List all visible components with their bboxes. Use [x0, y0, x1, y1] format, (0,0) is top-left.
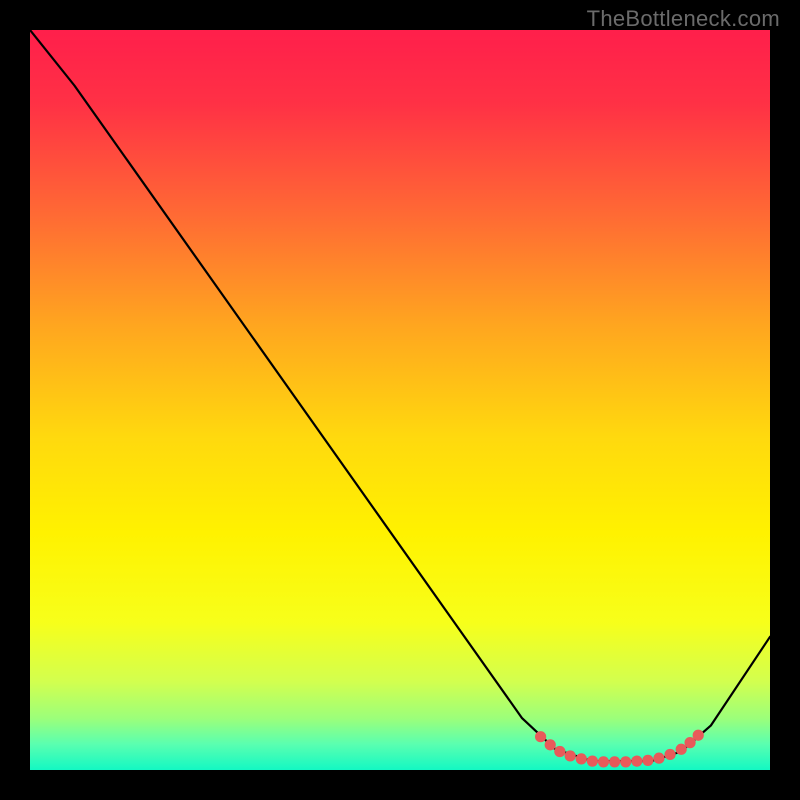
data-marker: [642, 755, 653, 766]
data-marker: [576, 753, 587, 764]
data-marker: [609, 756, 620, 767]
data-marker: [554, 746, 565, 757]
data-marker: [665, 749, 676, 760]
data-marker: [545, 739, 556, 750]
data-marker: [676, 744, 687, 755]
data-marker: [587, 756, 598, 767]
gradient-background: [30, 30, 770, 770]
chart-svg: [30, 30, 770, 770]
data-marker: [693, 730, 704, 741]
data-marker: [598, 756, 609, 767]
plot-area: [30, 30, 770, 770]
data-marker: [620, 756, 631, 767]
data-marker: [535, 731, 546, 742]
data-marker: [565, 750, 576, 761]
data-marker: [653, 753, 664, 764]
chart-root: TheBottleneck.com: [0, 0, 800, 800]
data-marker: [631, 756, 642, 767]
watermark-text: TheBottleneck.com: [587, 6, 780, 32]
